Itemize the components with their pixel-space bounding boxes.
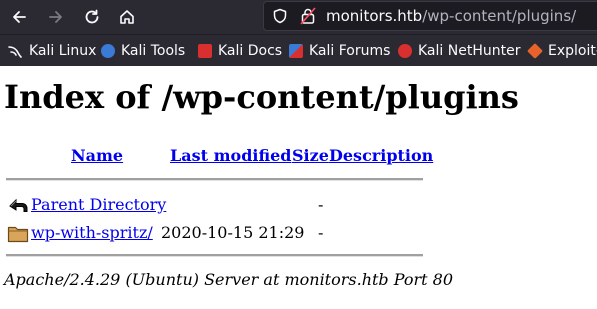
- arrow-left-icon: [13, 11, 26, 23]
- bookmark-label: Kali Tools: [121, 43, 186, 59]
- url-path: /wp-content/plugins/: [422, 7, 577, 25]
- bookmark-label: Kali Docs: [218, 43, 283, 59]
- home-button[interactable]: [114, 5, 140, 29]
- browser-toolbar: monitors.htb/wp-content/plugins/: [0, 0, 597, 34]
- row-size: -: [318, 223, 324, 242]
- insecure-lock-icon[interactable]: [300, 7, 316, 25]
- kali-nethunter-icon: [398, 44, 412, 58]
- page-content: Index of /wp-content/plugins Name Last m…: [0, 66, 597, 309]
- column-header-description[interactable]: Description: [329, 146, 433, 165]
- url-bar[interactable]: monitors.htb/wp-content/plugins/: [263, 1, 597, 31]
- row-size: -: [318, 195, 324, 214]
- bookmark-label: Kali Linux: [29, 43, 97, 59]
- folder-icon: [7, 226, 29, 243]
- home-icon: [120, 10, 134, 24]
- url-host: monitors.htb: [326, 7, 423, 25]
- bookmark-kali-linux[interactable]: Kali Linux: [7, 42, 96, 60]
- kali-dragon-icon: [8, 46, 22, 58]
- back-icon: [9, 198, 28, 212]
- url-text: monitors.htb/wp-content/plugins/: [326, 7, 576, 25]
- arrow-right-icon: [49, 11, 62, 23]
- footer-divider: [6, 254, 423, 257]
- bookmark-kali-forums[interactable]: Kali Forums: [289, 42, 390, 60]
- column-header-last-modified[interactable]: Last modified: [170, 146, 291, 165]
- reload-icon: [85, 9, 99, 24]
- column-header-name[interactable]: Name: [71, 146, 123, 165]
- reload-button[interactable]: [79, 5, 105, 29]
- bookmark-label: Kali Forums: [309, 43, 391, 59]
- bookmark-kali-tools[interactable]: Kali Tools: [101, 42, 185, 60]
- wp-with-spritz-link[interactable]: wp-with-spritz/: [31, 223, 153, 242]
- kali-tools-icon: [101, 44, 115, 58]
- header-divider: [6, 178, 423, 181]
- shield-icon[interactable]: [272, 8, 288, 24]
- row-modified: 2020-10-15 21:29: [161, 223, 305, 242]
- kali-forums-icon: [289, 44, 303, 58]
- bookmark-kali-nethunter[interactable]: Kali NetHunter: [398, 42, 520, 60]
- column-header-size[interactable]: Size: [292, 146, 329, 165]
- server-signature: Apache/2.4.29 (Ubuntu) Server at monitor…: [4, 270, 454, 289]
- bookmark-label: Kali NetHunter: [418, 43, 521, 59]
- parent-directory-link[interactable]: Parent Directory: [31, 195, 166, 214]
- exploit-db-icon: [527, 43, 543, 59]
- bookmark-label: Exploit-: [548, 43, 597, 59]
- bookmark-exploit-db[interactable]: Exploit-: [527, 42, 597, 60]
- back-button[interactable]: [6, 5, 32, 29]
- bookmark-kali-docs[interactable]: Kali Docs: [198, 42, 282, 60]
- forward-button[interactable]: [43, 5, 69, 29]
- page-title: Index of /wp-content/plugins: [4, 78, 519, 116]
- bookmarks-toolbar: Kali Linux Kali Tools Kali Docs Kali For…: [0, 34, 597, 67]
- kali-docs-icon: [198, 44, 212, 58]
